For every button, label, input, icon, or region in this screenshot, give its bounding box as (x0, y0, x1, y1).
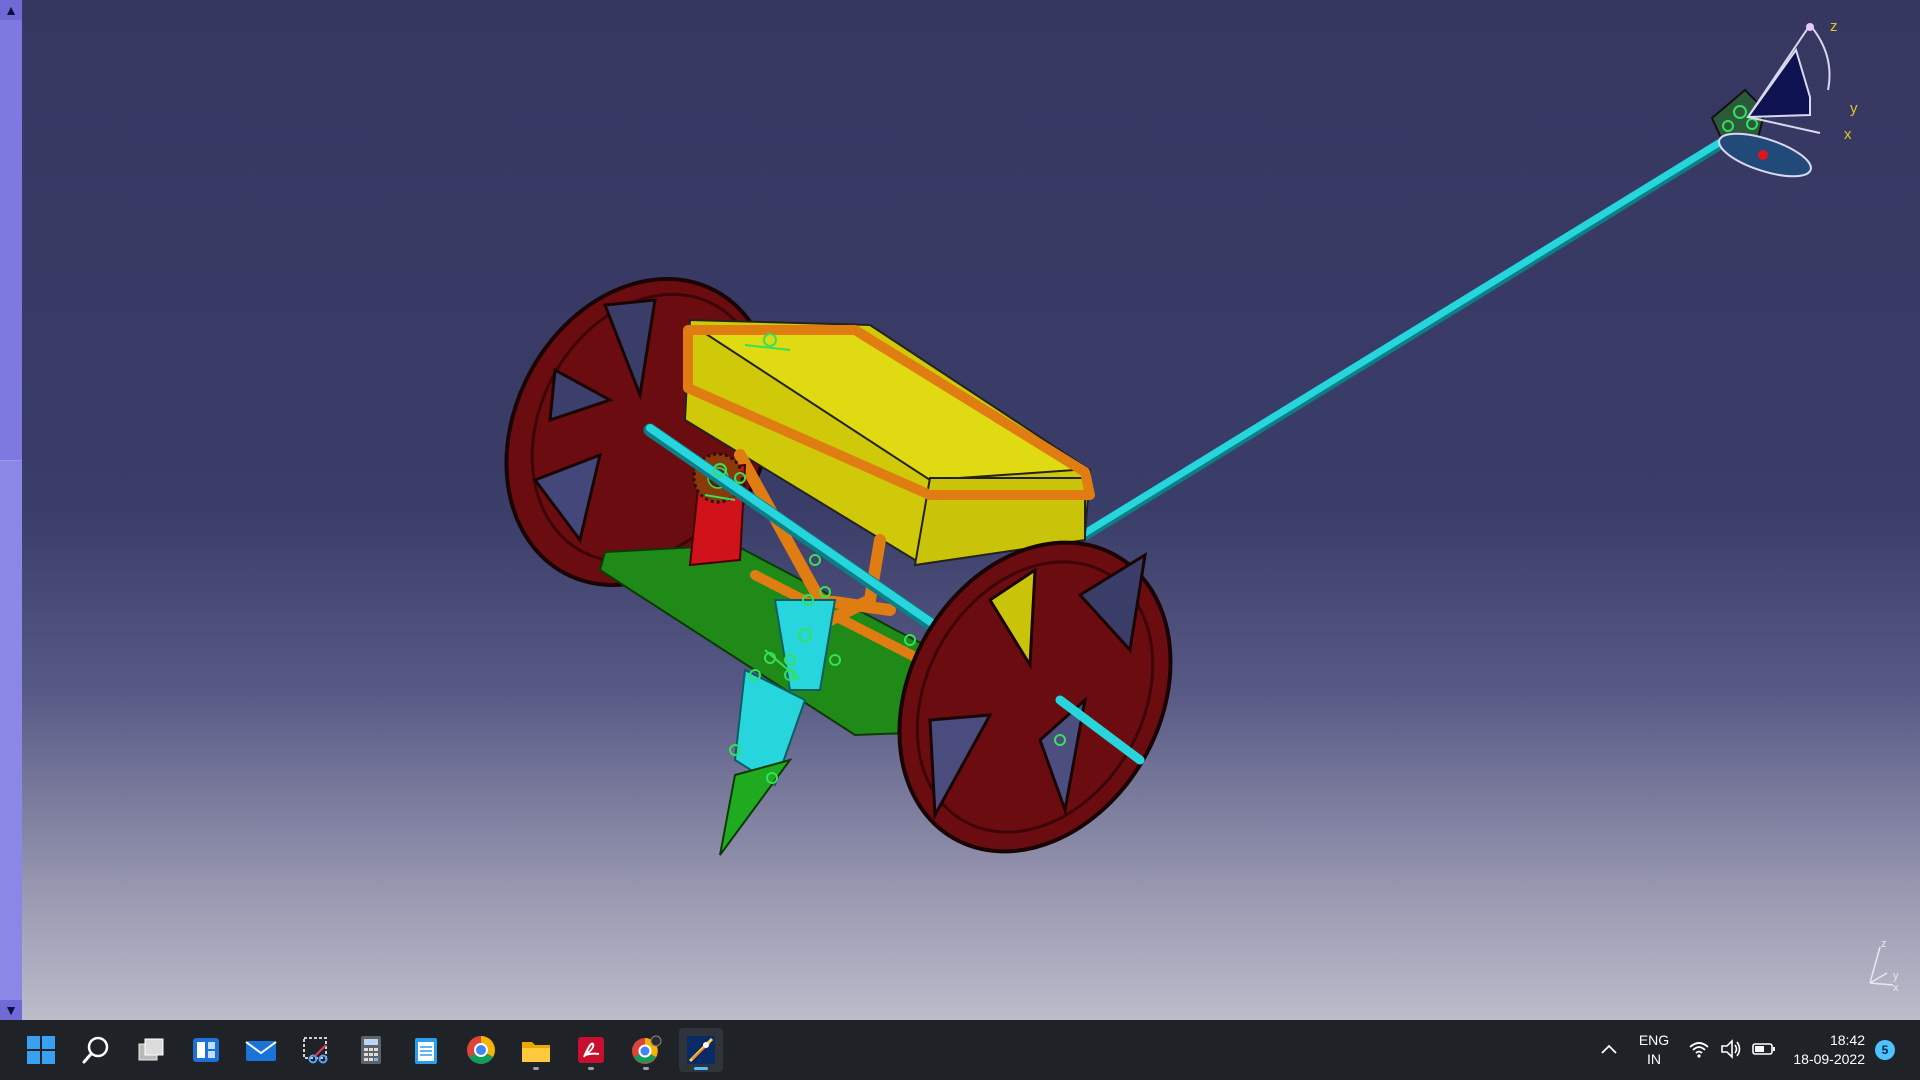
task-view-icon (138, 1038, 164, 1061)
chrome-profile-icon (632, 1035, 662, 1064)
chrome-icon (467, 1036, 495, 1064)
calculator-button[interactable] (349, 1028, 393, 1072)
catia-button[interactable] (679, 1028, 723, 1072)
running-indicator (533, 1067, 539, 1070)
calculator-icon (361, 1036, 381, 1064)
clock[interactable]: 18:42 18-09-2022 (1785, 1031, 1865, 1069)
notification-badge[interactable]: 5 (1875, 1040, 1895, 1060)
active-indicator (694, 1067, 708, 1070)
search-icon (82, 1036, 109, 1064)
triad-z-label: z (1881, 938, 1887, 950)
snipping-tool-icon (303, 1037, 328, 1064)
language-label: ENG (1638, 1032, 1670, 1048)
chrome-button[interactable] (459, 1028, 503, 1072)
furrow-opener[interactable] (719, 758, 793, 856)
start-button[interactable] (19, 1028, 63, 1072)
mail-icon (245, 1041, 277, 1061)
battery-icon (1752, 1043, 1775, 1055)
catia-icon (687, 1036, 715, 1064)
wifi-icon (1689, 1042, 1709, 1058)
orientation-compass[interactable]: z y x (1700, 15, 1860, 185)
file-explorer-button[interactable] (514, 1028, 558, 1072)
chrome-profile-button[interactable] (624, 1028, 668, 1072)
running-indicator (588, 1067, 594, 1070)
clock-date: 18-09-2022 (1793, 1051, 1865, 1067)
language-indicator[interactable]: ENG IN (1635, 1031, 1673, 1069)
task-view-button[interactable] (129, 1028, 173, 1072)
file-explorer-icon (522, 1042, 550, 1062)
chevron-up-icon (1601, 1044, 1617, 1054)
front-right-wheel[interactable] (845, 493, 1225, 900)
widgets-icon (193, 1038, 219, 1062)
widgets-button[interactable] (184, 1028, 228, 1072)
triad-y-label: y (1893, 970, 1899, 982)
system-status-group[interactable] (1688, 1038, 1776, 1060)
snipping-tool-button[interactable] (294, 1028, 338, 1072)
compass-origin[interactable] (1758, 150, 1768, 160)
3d-viewport[interactable]: ▲ ▼ z y x z y x (0, 0, 1920, 1020)
drawbar-shaft[interactable] (1079, 129, 1741, 541)
notepad-button[interactable] (404, 1028, 448, 1072)
acrobat-button[interactable] (569, 1028, 613, 1072)
volume-icon (1721, 1039, 1741, 1059)
show-hidden-icons-button[interactable] (1598, 1038, 1620, 1065)
taskbar: ENG IN 18:42 18-09-2022 5 (0, 1020, 1920, 1080)
axis-triad: z y x (1869, 938, 1899, 994)
acrobat-icon (578, 1037, 604, 1063)
compass-z-handle[interactable] (1806, 23, 1814, 31)
start-icon (27, 1036, 55, 1064)
triad-x-label: x (1893, 982, 1899, 994)
running-indicator (643, 1067, 649, 1070)
compass-y-label: y (1850, 100, 1858, 117)
compass-z-label: z (1830, 18, 1838, 35)
mail-button[interactable] (239, 1028, 283, 1072)
clock-time: 18:42 (1829, 1032, 1865, 1048)
region-label: IN (1647, 1051, 1661, 1067)
seed-drill-model[interactable] (0, 0, 1920, 1020)
notepad-icon (415, 1038, 437, 1064)
compass-x-label: x (1844, 126, 1852, 143)
seed-hopper[interactable] (683, 318, 1095, 567)
search-button[interactable] (74, 1028, 118, 1072)
